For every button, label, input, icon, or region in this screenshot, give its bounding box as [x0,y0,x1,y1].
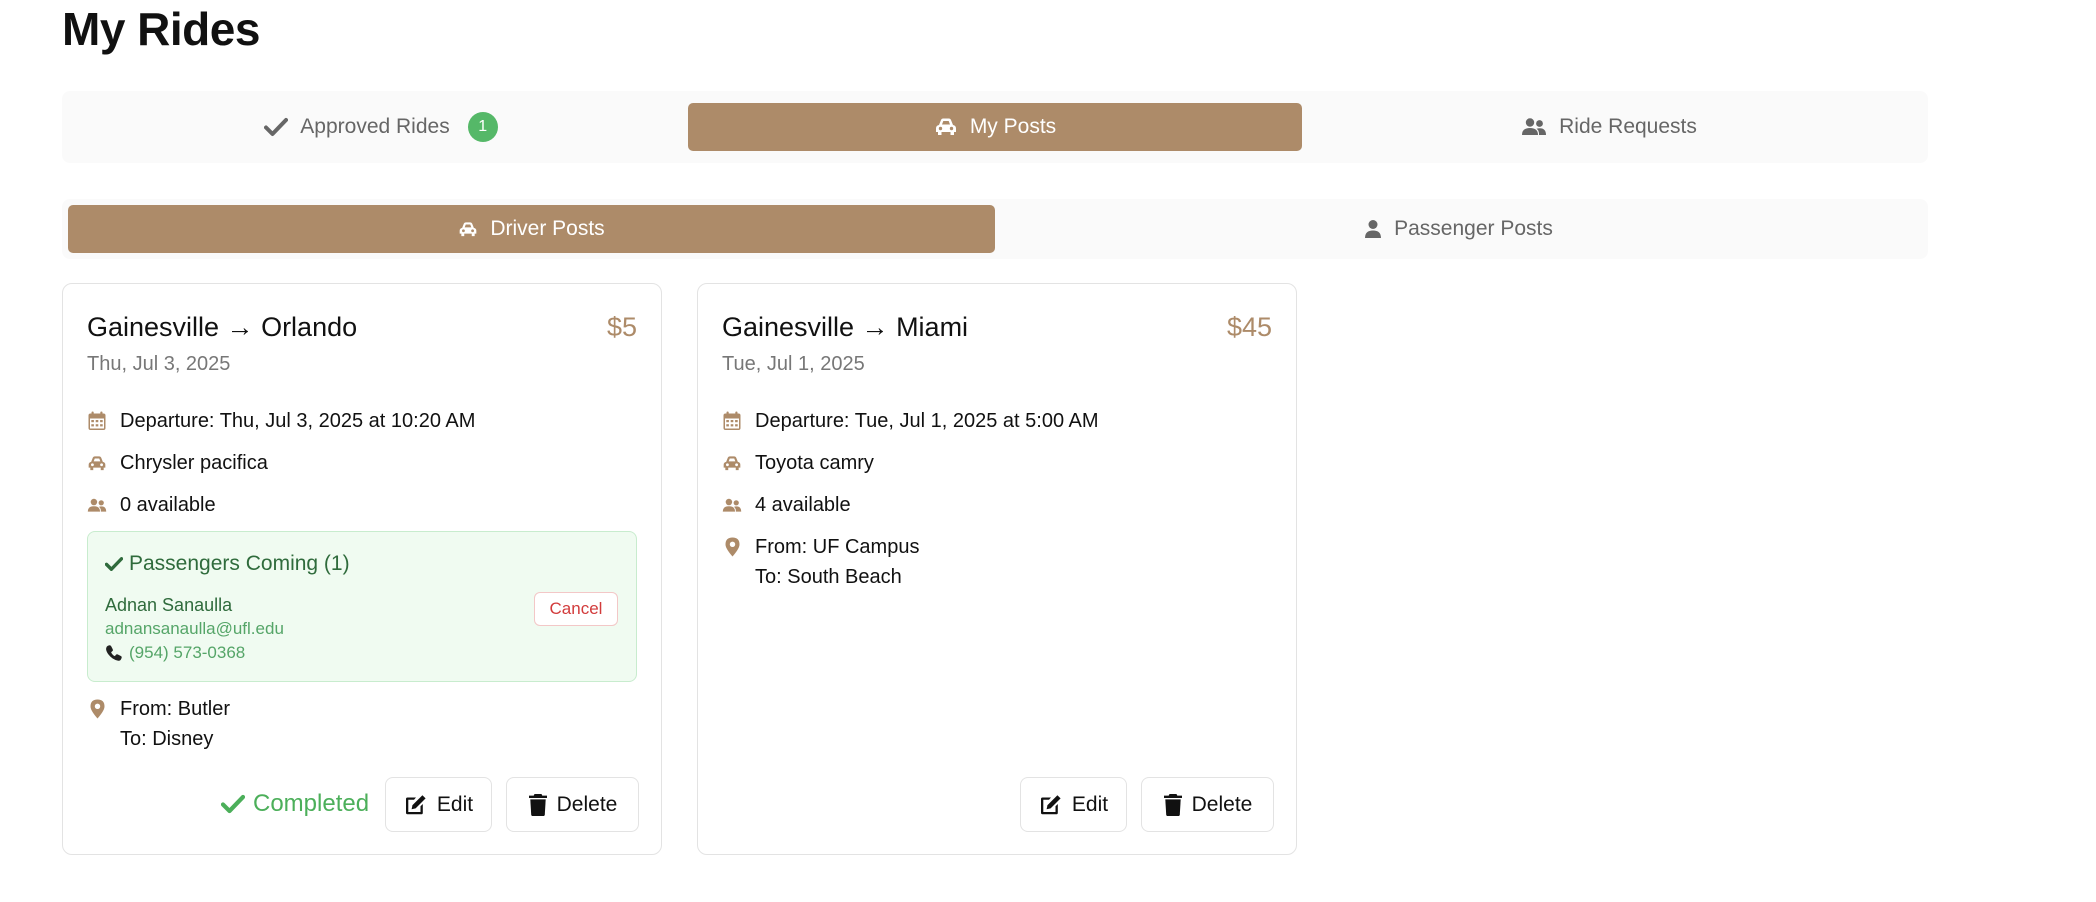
delete-button[interactable]: Delete [1141,777,1274,832]
map-pin-icon [722,532,742,562]
check-icon [105,556,123,572]
location-row: From: Butler To: Disney [87,694,230,754]
ride-date: Tue, Jul 1, 2025 [722,353,865,375]
passengers-panel: Passengers Coming (1) Adnan Sanaulla adn… [87,531,637,682]
seats-text: 4 available [755,494,851,516]
seats-row: 4 available [722,490,851,520]
vehicle-row: Toyota camry [722,448,874,478]
departure-text: Departure: Thu, Jul 3, 2025 at 10:20 AM [120,410,476,432]
edit-button[interactable]: Edit [1020,777,1127,832]
tab-my-posts[interactable]: My Posts [688,103,1302,151]
passenger-phone-row: (954) 573-0368 [105,643,245,663]
main-tab-bar: Approved Rides 1 My Posts Ride Requests [62,91,1928,163]
tab-label: Approved Rides [300,115,450,138]
car-icon [934,117,958,137]
to-location: To: South Beach [755,566,902,588]
ride-route: Gainesville → Miami [722,312,969,342]
ride-price: $45 [1226,312,1272,342]
tab-passenger-posts[interactable]: Passenger Posts [995,205,1922,253]
users-icon [1521,117,1547,137]
vehicle-row: Chrysler pacifica [87,448,268,478]
sub-tab-bar: Driver Posts Passenger Posts [62,199,1928,259]
passenger-email[interactable]: adnansanaulla@ufl.edu [105,619,284,639]
passengers-title-text: Passengers Coming (1) [129,552,350,575]
from-location: From: Butler [120,698,231,720]
ride-card: Gainesville → Orlando $5 Thu, Jul 3, 202… [62,283,662,855]
vehicle-text: Chrysler pacifica [120,452,268,474]
trash-icon [1163,793,1183,817]
car-icon [722,448,742,478]
completed-text: Completed [253,790,370,817]
check-icon [221,794,245,814]
tab-label: Ride Requests [1559,115,1697,138]
tab-label: Passenger Posts [1394,217,1553,240]
tab-driver-posts[interactable]: Driver Posts [68,205,995,253]
users-icon [722,490,742,520]
phone-icon [105,644,123,662]
departure-row: Departure: Thu, Jul 3, 2025 at 10:20 AM [87,406,475,436]
departure-row: Departure: Tue, Jul 1, 2025 at 5:00 AM [722,406,1099,436]
edit-label: Edit [1071,792,1109,816]
tab-label: Driver Posts [490,217,605,240]
location-text: From: UF Campus To: South Beach [755,532,919,592]
cancel-passenger-button[interactable]: Cancel [534,592,618,626]
users-icon [87,490,107,520]
user-icon [1364,219,1382,239]
ride-route: Gainesville → Orlando [87,312,358,342]
trash-icon [528,793,548,817]
calendar-icon [87,406,107,436]
vehicle-text: Toyota camry [755,452,874,474]
departure-text: Departure: Tue, Jul 1, 2025 at 5:00 AM [755,410,1099,432]
passenger-phone[interactable]: (954) 573-0368 [129,643,245,663]
tab-label: My Posts [969,115,1057,138]
delete-button[interactable]: Delete [506,777,639,832]
edit-icon [404,794,428,816]
edit-icon [1039,794,1063,816]
from-location: From: UF Campus [755,536,920,558]
tab-approved-rides[interactable]: Approved Rides 1 [74,103,688,151]
delete-label: Delete [1191,792,1253,816]
ride-date: Thu, Jul 3, 2025 [87,353,231,375]
car-icon [87,448,107,478]
location-row: From: UF Campus To: South Beach [722,532,919,592]
map-pin-icon [87,694,107,724]
check-icon [264,117,289,137]
passenger-name: Adnan Sanaulla [105,595,233,615]
to-location: To: Disney [120,728,214,750]
completed-status: Completed [221,790,369,818]
location-text: From: Butler To: Disney [120,694,230,754]
tab-ride-requests[interactable]: Ride Requests [1302,103,1916,151]
calendar-icon [722,406,742,436]
page-title: My Rides [62,3,260,55]
seats-row: 0 available [87,490,216,520]
ride-card: Gainesville → Miami $45 Tue, Jul 1, 2025… [697,283,1297,855]
edit-button[interactable]: Edit [385,777,492,832]
seats-text: 0 available [120,494,216,516]
car-icon [458,221,478,238]
ride-price: $5 [606,312,637,342]
approved-count-badge: 1 [467,112,498,142]
delete-label: Delete [556,792,618,816]
edit-label: Edit [436,792,474,816]
passengers-title: Passengers Coming (1) [105,552,350,576]
